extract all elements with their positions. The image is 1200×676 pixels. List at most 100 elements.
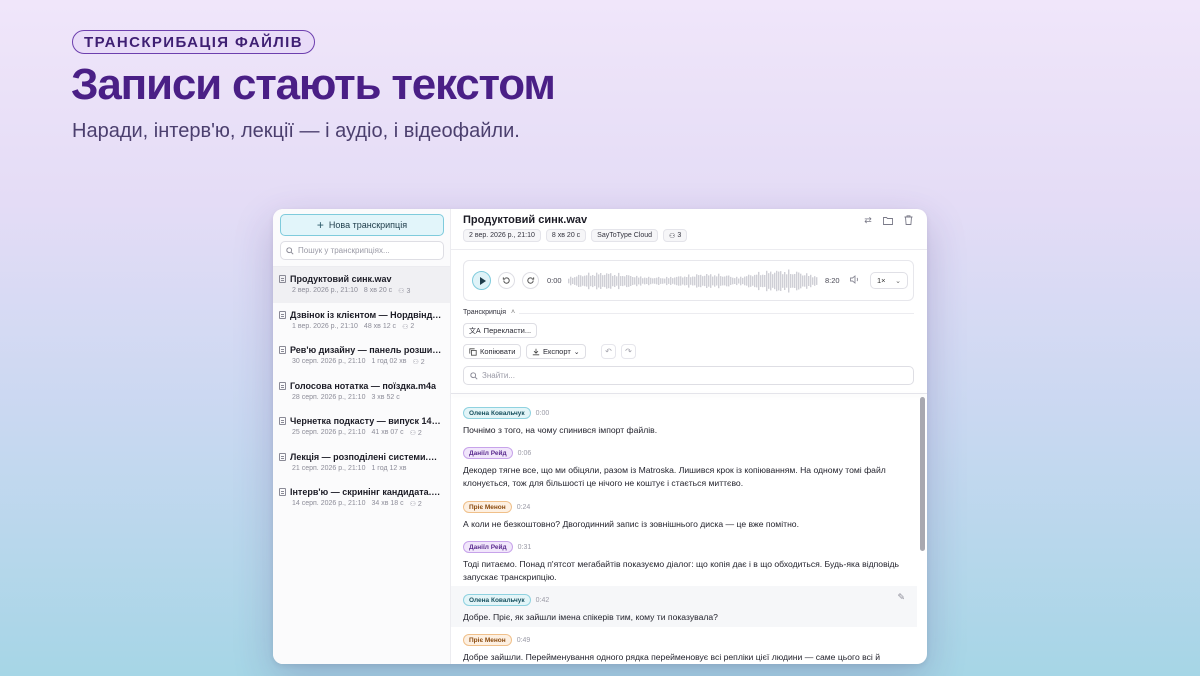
file-item[interactable]: Лекція — розподілені системи.mp4 21 серп… [273,445,450,481]
waveform-bar [816,277,818,285]
sidebar-search-input[interactable] [298,246,438,255]
play-button[interactable] [472,271,491,290]
pencil-icon[interactable]: ✎ [897,592,905,603]
file-item[interactable]: Дзвінок із клієнтом — Нордвінд.mp4 1 вер… [273,303,450,339]
forward-button[interactable] [522,272,539,289]
waveform-bar [574,277,576,285]
current-time: 0:00 [547,276,562,285]
utterance-time[interactable]: 0:42 [536,597,550,604]
total-time: 8:20 [825,276,840,285]
waveform-bar [696,274,698,288]
utterance-time[interactable]: 0:00 [536,410,550,417]
waveform-bar [690,277,692,285]
waveform-bar [812,277,814,285]
file-date: 28 серп. 2026 р., 21:10 [292,393,366,401]
rewind-button[interactable] [498,272,515,289]
utterance-text[interactable]: А коли не безкоштовно? Двогодинний запис… [463,518,905,531]
waveform-bar [736,276,738,286]
utterance[interactable]: Пріє Менон 0:49 Добре зайшли. Перейменува… [451,627,917,664]
waveform-bar [712,276,714,286]
waveform-bar [654,278,656,284]
speaker-badge[interactable]: Пріє Менон [463,501,512,513]
translate-label: Перекласти... [483,326,532,335]
waveform-bar [630,276,632,286]
waveform-bar [610,273,612,289]
utterance-time[interactable]: 0:49 [517,637,531,644]
waveform-bar [658,276,660,285]
file-speakers: 2 [417,429,422,437]
download-icon [532,348,540,355]
translate-button[interactable]: 文A Перекласти... [463,323,538,338]
speaker-badge[interactable]: Пріє Менон [463,634,512,646]
sync-icon[interactable]: ⇄ [863,215,873,225]
waveform-bar [766,270,768,292]
engine-chip: SayToType Cloud [591,229,659,242]
copy-button[interactable]: Копіювати [463,344,522,359]
file-item[interactable]: Інтерв'ю — скринінг кандидата.m4a 14 сер… [273,480,450,516]
utterance-time[interactable]: 0:24 [517,504,531,511]
section-divider [463,313,914,314]
waveform-bar [800,273,802,289]
speakers-chip: ⚇ 3 [663,229,688,242]
waveform[interactable] [568,268,818,294]
utterance-text[interactable]: Декодер тягне все, що ми обіцяли, разом … [463,464,905,490]
speaker-badge[interactable]: Олена Ковальчук [463,594,531,606]
speaker-badge[interactable]: Даніїл Рейд [463,447,513,459]
copy-icon [469,347,477,356]
utterance-text[interactable]: Тоді питаємо. Понад п'ятсот мегабайтів п… [463,558,905,584]
utterance-text[interactable]: Добре. Пріє, як зайшли імена спікерів ти… [463,611,905,624]
waveform-bar [578,274,580,287]
file-date: 25 серп. 2026 р., 21:10 [292,429,366,436]
export-button[interactable]: Експорт ⌄ [526,344,586,359]
utterance[interactable]: Олена Ковальчук 0:00 Почнімо з того, на ч… [451,394,917,438]
file-icon [279,275,286,283]
waveform-bar [726,275,728,287]
file-item[interactable]: Рев'ю дизайну — панель розшифро… 30 серп… [273,338,450,374]
file-duration: 3 хв 52 с [371,393,400,401]
file-duration: 1 год 02 хв [371,358,407,365]
utterance-text[interactable]: Добре зайшли. Перейменування одного рядк… [463,651,905,664]
speaker-badge[interactable]: Даніїл Рейд [463,541,513,553]
waveform-bar [810,274,812,288]
redo-button[interactable]: ↷ [621,344,636,359]
waveform-bar [668,278,670,284]
transcription-section-toggle[interactable]: Транскрипція ˄ [463,309,520,316]
transcript: Олена Ковальчук 0:00 Почнімо з того, на ч… [451,394,917,664]
file-duration: 48 хв 12 с [363,322,397,330]
utterance[interactable]: Пріє Менон 0:24 А коли не безкоштовно? Дв… [451,492,917,532]
speaker-badge[interactable]: Олена Ковальчук [463,407,531,419]
file-item[interactable]: Чернетка подкасту — випуск 14.mp3 25 сер… [273,409,450,445]
waveform-bar [622,276,624,287]
utterance[interactable]: Олена Ковальчук 0:42 Добре. Пріє, як зайш… [451,586,917,627]
trash-icon[interactable] [903,215,913,225]
find-field[interactable] [463,366,914,385]
file-item[interactable]: Продуктовий синк.wav 2 вер. 2026 р., 21:… [273,267,450,303]
undo-button[interactable]: ↶ [601,344,616,359]
waveform-bar [806,273,808,289]
date-chip: 2 вер. 2026 р., 21:10 [463,229,541,242]
sidebar-search[interactable] [280,241,444,260]
file-speakers: 2 [417,500,422,508]
waveform-bar [688,274,690,288]
new-transcription-button[interactable]: + Нова транскрипція [280,214,444,236]
utterance[interactable]: Даніїл Рейд 0:06 Декодер тягне все, що ми… [451,438,917,492]
find-input[interactable] [482,371,902,380]
file-item[interactable]: Голосова нотатка — поїздка.m4a 28 серп. … [273,374,450,410]
folder-icon[interactable] [883,215,893,225]
scrollbar-thumb[interactable] [920,397,925,551]
waveform-bar [684,276,686,286]
file-duration: 34 хв 18 с [371,500,404,507]
file-speakers: 3 [406,287,411,295]
utterance[interactable]: Даніїл Рейд 0:31 Тоді питаємо. Понад п'ят… [451,532,917,586]
waveform-bar [710,274,712,288]
file-date: 30 серп. 2026 р., 21:10 [292,358,366,365]
speed-select[interactable]: 1× ⌄ [870,272,908,289]
chevron-down-icon: ⌄ [573,348,580,356]
utterance-time[interactable]: 0:31 [518,544,532,551]
utterance-time[interactable]: 0:06 [518,450,532,457]
waveform-bar [814,276,816,286]
file-speakers: 2 [420,358,425,366]
waveform-bar [704,275,706,287]
volume-icon[interactable] [850,275,860,286]
utterance-text[interactable]: Почнімо з того, на чому спинився імпорт … [463,424,905,437]
